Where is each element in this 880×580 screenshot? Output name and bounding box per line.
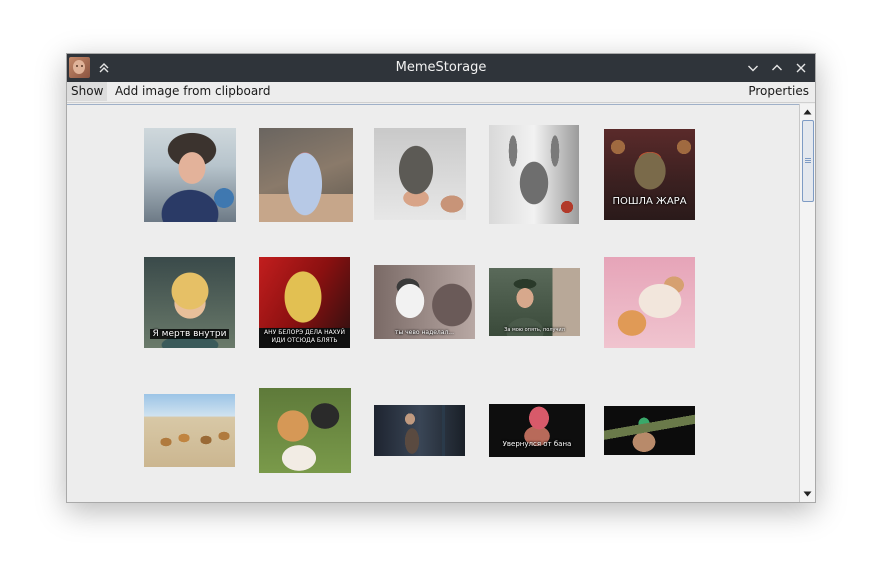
vertical-scrollbar[interactable] <box>799 104 815 502</box>
meme-blood-elf[interactable]: АНУ БЕЛОРЭ ДЕЛА НАХУЙ ИДИ ОТСЮДА БЛЯТЬ <box>259 257 350 348</box>
meme-caption-line1: АНУ БЕЛОРЭ ДЕЛА НАХУЙ <box>264 329 345 336</box>
meme-cat-dog-cuddle[interactable] <box>604 257 695 348</box>
meme-cat-hedgehog[interactable]: ты чево наделал... <box>374 265 475 339</box>
menu-properties[interactable]: Properties <box>744 82 813 101</box>
meme-caption-line2: ИДИ ОТСЮДА БЛЯТЬ <box>271 337 338 344</box>
meme-caption: ПОШЛА ЖАРА <box>612 196 687 207</box>
meme-armored-warrior[interactable]: ПОШЛА ЖАРА <box>604 129 695 220</box>
meme-bazooka-man[interactable] <box>604 406 695 455</box>
meme-caption: ты чево наделал... <box>395 329 454 336</box>
meme-wet-cat[interactable] <box>374 128 466 220</box>
meme-dark-room-man[interactable] <box>374 405 465 456</box>
meme-officer[interactable]: За мою опять, получил <box>489 268 580 336</box>
meme-corgi-sunglasses[interactable] <box>259 388 351 473</box>
app-window: MemeStorage Show Add image from clipboar… <box>66 53 816 503</box>
meme-boy-globe[interactable] <box>144 128 236 222</box>
menu-bar: Show Add image from clipboard Properties <box>67 82 815 103</box>
meme-corgis-beach[interactable] <box>144 394 235 467</box>
scroll-down-arrow-icon[interactable] <box>800 487 815 501</box>
meme-blond-elf[interactable]: Я мертв внутри <box>144 257 235 348</box>
menu-show[interactable]: Show <box>67 82 108 101</box>
window-title: MemeStorage <box>395 60 487 75</box>
meme-shark-costume[interactable] <box>259 128 353 222</box>
meme-gallery: ПОШЛА ЖАРА Я мертв внутри АНУ БЕЛОРЭ ДЕЛ… <box>67 104 799 502</box>
scroll-thumb[interactable] <box>802 120 814 202</box>
close-icon[interactable] <box>792 59 810 77</box>
meme-caption: Увернулся от бана <box>502 440 572 448</box>
meme-caption: За мою опять, получил <box>504 327 565 333</box>
title-bar[interactable]: MemeStorage <box>67 54 815 82</box>
scroll-up-arrow-icon[interactable] <box>800 105 815 119</box>
meme-caption: Я мертв внутри <box>149 329 230 339</box>
meme-returned-from-ban[interactable]: Увернулся от бана <box>489 404 585 457</box>
chevron-down-icon[interactable] <box>744 59 762 77</box>
menu-add-from-clipboard[interactable]: Add image from clipboard <box>111 82 275 101</box>
meme-cat-arms-up[interactable] <box>489 125 579 224</box>
chevron-up-icon[interactable] <box>768 59 786 77</box>
